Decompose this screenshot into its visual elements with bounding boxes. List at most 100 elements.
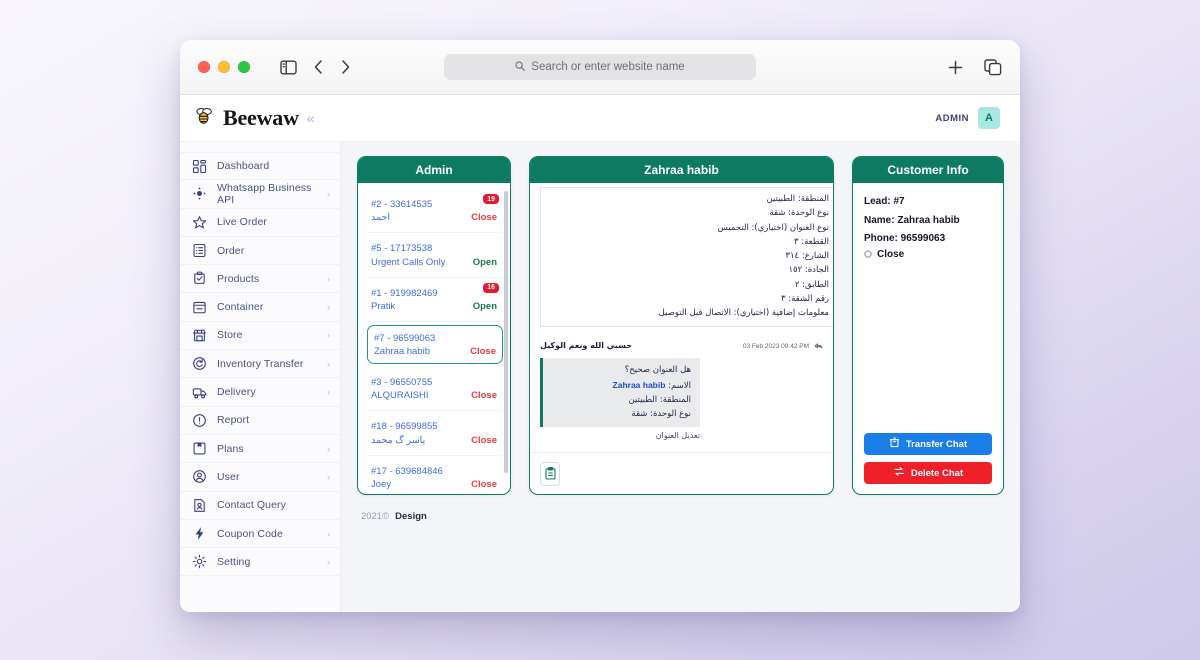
sidebar-item-label: Contact Query	[217, 499, 330, 511]
bee-icon	[194, 107, 214, 130]
system-address-line: القطعة: ٣	[551, 235, 829, 249]
transfer-chat-label: Transfer Chat	[906, 439, 967, 450]
sidebar-item-order[interactable]: Order	[180, 237, 340, 265]
sidebar-item-user[interactable]: User›	[180, 463, 340, 491]
chat-list-item[interactable]: 19#2 - 33614535احمدClose	[367, 189, 503, 233]
chat-list-item[interactable]: #17 - 639684846Joey Close	[367, 456, 503, 495]
clipboard-icon[interactable]	[540, 462, 560, 486]
incoming-timestamp: 03 Feb 2023 09:42 PM	[743, 343, 809, 350]
sidebar-item-setting[interactable]: Setting›	[180, 548, 340, 576]
chat-id: #1 - 919982469	[371, 287, 497, 301]
chat-id: #5 - 17173538	[371, 242, 497, 256]
sidebar-item-products[interactable]: Products›	[180, 265, 340, 293]
incoming-message-line: نوع الوحدة: شقة	[552, 407, 691, 421]
incoming-sender: حسبي الله ونعم الوكيل	[540, 341, 632, 350]
sidebar-item-inventory-transfer[interactable]: Inventory Transfer›	[180, 350, 340, 378]
chat-list-item[interactable]: #5 - 17173538Urgent Calls OnlyOpen	[367, 233, 503, 277]
header-user-area: ADMIN A	[935, 107, 1000, 129]
chevron-right-icon: ›	[327, 330, 330, 340]
system-address-line: المنطقة: الطبيتين	[551, 192, 829, 206]
incoming-message-line: المنطقة: الطبيتين	[552, 393, 691, 407]
address-bar-placeholder: Search or enter website name	[531, 61, 684, 73]
browser-window: Search or enter website name	[180, 40, 1020, 612]
refresh-circle-icon	[192, 356, 207, 371]
sidebar-item-delivery[interactable]: Delivery ›	[180, 378, 340, 406]
chevron-right-icon: ›	[327, 387, 330, 397]
browser-right-controls	[947, 59, 1002, 76]
chat-id: #17 - 639684846	[371, 465, 497, 479]
chevron-left-icon[interactable]	[313, 59, 324, 75]
chat-id: #3 - 96550755	[371, 376, 497, 390]
status-radio-icon	[864, 250, 872, 258]
system-address-line: نوع الوحدة: شقة	[551, 206, 829, 220]
star-icon	[192, 215, 207, 230]
swap-arrows-icon	[893, 466, 905, 480]
message-scroll-area[interactable]: المنطقة: الطبيتيننوع الوحدة: شقةنوع العن…	[530, 183, 833, 452]
chat-contact-name: احمد	[371, 212, 390, 223]
system-address-line: معلومات إضافية (اختياري): الاتصال قبل ال…	[551, 306, 829, 320]
save-disk-icon	[192, 441, 207, 456]
chat-list-scrollbar[interactable]	[504, 191, 508, 473]
sidebar-item-label: User	[217, 471, 317, 483]
sidebar-item-container[interactable]: Container›	[180, 293, 340, 321]
sidebar-item-contact-query[interactable]: Contact Query	[180, 492, 340, 520]
sidebar-toggle-icon[interactable]	[280, 60, 297, 75]
sidebar-item-coupon-code[interactable]: Coupon Code›	[180, 520, 340, 548]
bolt-icon	[192, 526, 207, 541]
chat-status[interactable]: Open	[473, 257, 497, 268]
minimize-window-button[interactable]	[218, 61, 230, 73]
customer-info-field: Name: Zahraa habib	[864, 212, 992, 231]
sidebar-item-label: Store	[217, 329, 317, 341]
sidebar-item-plans[interactable]: Plans›	[180, 435, 340, 463]
chat-status[interactable]: Close	[471, 390, 497, 401]
plus-icon[interactable]	[947, 59, 964, 76]
edit-address-link[interactable]: تعديل العنوان	[540, 431, 700, 440]
chat-list-item[interactable]: #7 - 96599063Zahraa habibClose	[367, 325, 503, 364]
address-bar[interactable]: Search or enter website name	[444, 54, 756, 80]
chat-list-item[interactable]: #18 - 96599855ياسر گ محمدClose	[367, 411, 503, 455]
status-badge: Close	[864, 249, 992, 260]
chat-status[interactable]: Close	[470, 346, 496, 357]
unread-badge: 16	[483, 283, 499, 293]
maximize-window-button[interactable]	[238, 61, 250, 73]
sidebar-item-whatsapp-business-api[interactable]: Whatsapp Business API›	[180, 180, 340, 208]
chevron-double-left-icon[interactable]: «	[307, 110, 315, 126]
sidebar-item-report[interactable]: Report	[180, 407, 340, 435]
footer: 2021© Design	[357, 495, 1004, 537]
chat-status[interactable]: Close	[471, 479, 497, 490]
reply-arrow-icon[interactable]	[814, 341, 823, 351]
chat-list-panel: Admin 19#2 - 33614535احمدClose#5 - 17173…	[357, 156, 511, 495]
chat-status[interactable]: Close	[471, 212, 497, 223]
sidebar-item-label: Delivery	[217, 386, 317, 398]
conversation-body: المنطقة: الطبيتيننوع الوحدة: شقةنوع العن…	[530, 183, 833, 494]
close-window-button[interactable]	[198, 61, 210, 73]
chevron-right-icon: ›	[327, 302, 330, 312]
chevron-right-icon[interactable]	[340, 59, 351, 75]
delete-chat-label: Delete Chat	[911, 468, 963, 479]
brand-logo[interactable]: Beewaw	[194, 105, 299, 131]
chat-list-item[interactable]: #3 - 96550755ALQURAISHI Close	[367, 367, 503, 411]
panels-row: Admin 19#2 - 33614535احمدClose#5 - 17173…	[357, 156, 1004, 495]
system-address-line: رقم الشقة: ٣	[551, 292, 829, 306]
status-label: Close	[877, 249, 904, 260]
system-address-block: المنطقة: الطبيتيننوع الوحدة: شقةنوع العن…	[540, 187, 833, 327]
system-address-line: نوع العنوان (اختياري): التجميس	[551, 221, 829, 235]
sidebar-item-label: Order	[217, 245, 330, 257]
chat-contact-name: ALQURAISHI	[371, 390, 429, 401]
sidebar-item-label: Coupon Code	[217, 528, 317, 540]
transfer-chat-button[interactable]: Transfer Chat	[864, 433, 992, 455]
box-icon	[192, 300, 207, 315]
sidebar-item-store[interactable]: Store ›	[180, 322, 340, 350]
chat-list-scroll[interactable]: 19#2 - 33614535احمدClose#5 - 17173538Urg…	[358, 183, 510, 494]
delete-chat-button[interactable]: Delete Chat	[864, 462, 992, 484]
sidebar-item-dashboard[interactable]: Dashboard	[180, 152, 340, 180]
sidebar-item-live-order[interactable]: Live Order	[180, 209, 340, 237]
chat-list-item[interactable]: 16#1 - 919982469Pratik Open	[367, 278, 503, 322]
chat-status[interactable]: Open	[473, 301, 497, 312]
storefront-icon	[192, 328, 207, 343]
copy-tabs-icon[interactable]	[984, 59, 1002, 76]
chat-contact-name: Joey	[371, 479, 391, 490]
avatar[interactable]: A	[978, 107, 1000, 129]
chat-status[interactable]: Close	[471, 435, 497, 446]
chat-contact-name: Pratik	[371, 301, 395, 312]
